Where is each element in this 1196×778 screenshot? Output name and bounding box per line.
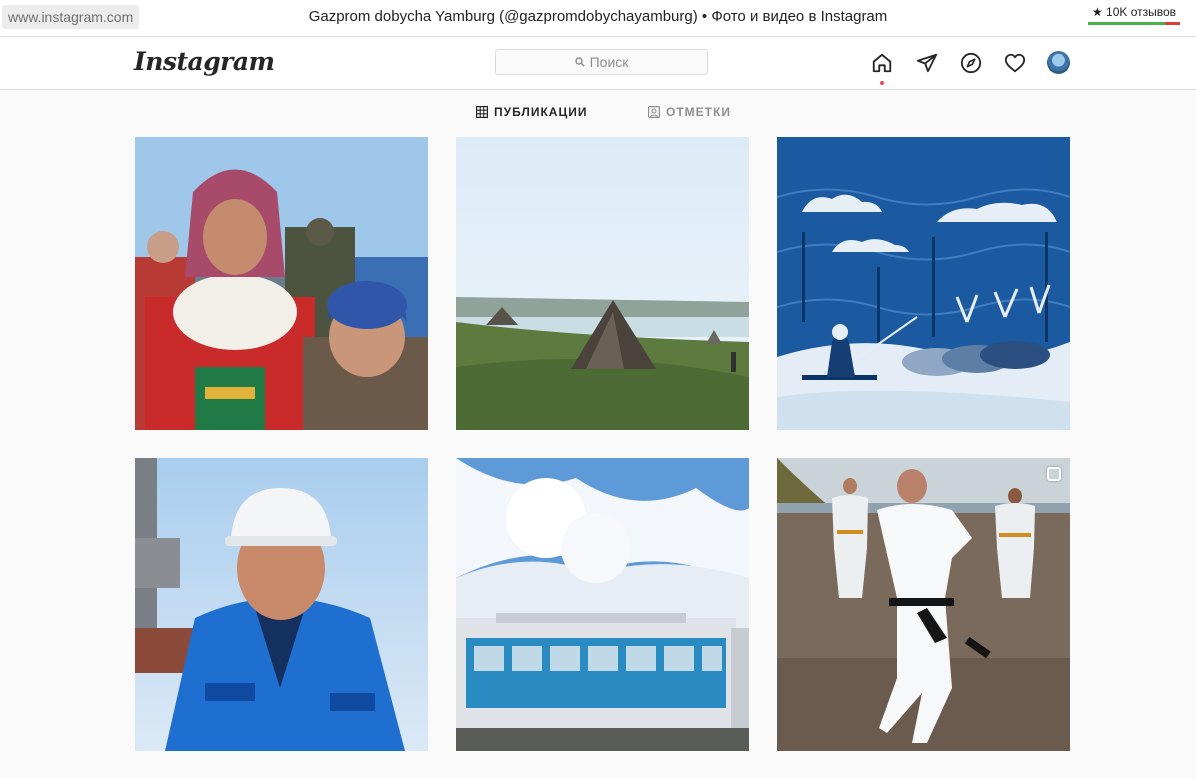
post-tile-tundra-chum-tents[interactable] — [456, 137, 749, 430]
instagram-logo[interactable]: Instagram — [134, 47, 275, 76]
browser-title-bar: www.instagram.com Gazprom dobycha Yambur… — [0, 0, 1196, 37]
explore-icon[interactable] — [959, 51, 983, 75]
direct-icon[interactable] — [915, 51, 939, 75]
reviews-rating-bar — [1088, 22, 1180, 25]
reviews-label: ★ 10K отзывов — [1091, 5, 1177, 19]
tab-posts[interactable]: ПУБЛИКАЦИИ — [476, 104, 587, 120]
post-tile-sports-complex-building[interactable] — [456, 458, 749, 751]
post-image — [456, 458, 749, 751]
home-icon[interactable] — [870, 51, 894, 75]
post-image — [135, 458, 428, 751]
post-image — [777, 458, 1070, 751]
tagged-icon — [648, 106, 660, 118]
post-tile-karate-on-beach[interactable] — [777, 458, 1070, 751]
tab-tagged[interactable]: ОТМЕТКИ — [648, 104, 731, 120]
post-tile-gazprom-worker-portrait[interactable] — [135, 458, 428, 751]
instagram-header: Instagram Поиск — [0, 37, 1196, 90]
search-placeholder: Поиск — [589, 54, 629, 70]
post-image — [135, 137, 428, 430]
post-tile-reindeer-sled-illustration[interactable] — [777, 137, 1070, 430]
post-image — [777, 137, 1070, 430]
search-icon — [574, 57, 585, 67]
window-title: Gazprom dobycha Yamburg (@gazpromdobycha… — [308, 8, 888, 25]
search-input[interactable]: Поиск — [495, 49, 708, 75]
reviews-badge[interactable]: ★ 10K отзывов — [1088, 3, 1180, 25]
tab-posts-label: ПУБЛИКАЦИИ — [494, 105, 588, 119]
post-tile-nenets-children[interactable] — [135, 137, 428, 430]
tab-tagged-label: ОТМЕТКИ — [666, 105, 731, 119]
multiple-photos-icon — [1047, 467, 1061, 481]
grid-icon — [476, 106, 488, 118]
post-image — [456, 137, 749, 430]
profile-avatar[interactable] — [1047, 51, 1070, 74]
home-notification-dot — [880, 81, 884, 85]
activity-heart-icon[interactable] — [1003, 51, 1027, 75]
